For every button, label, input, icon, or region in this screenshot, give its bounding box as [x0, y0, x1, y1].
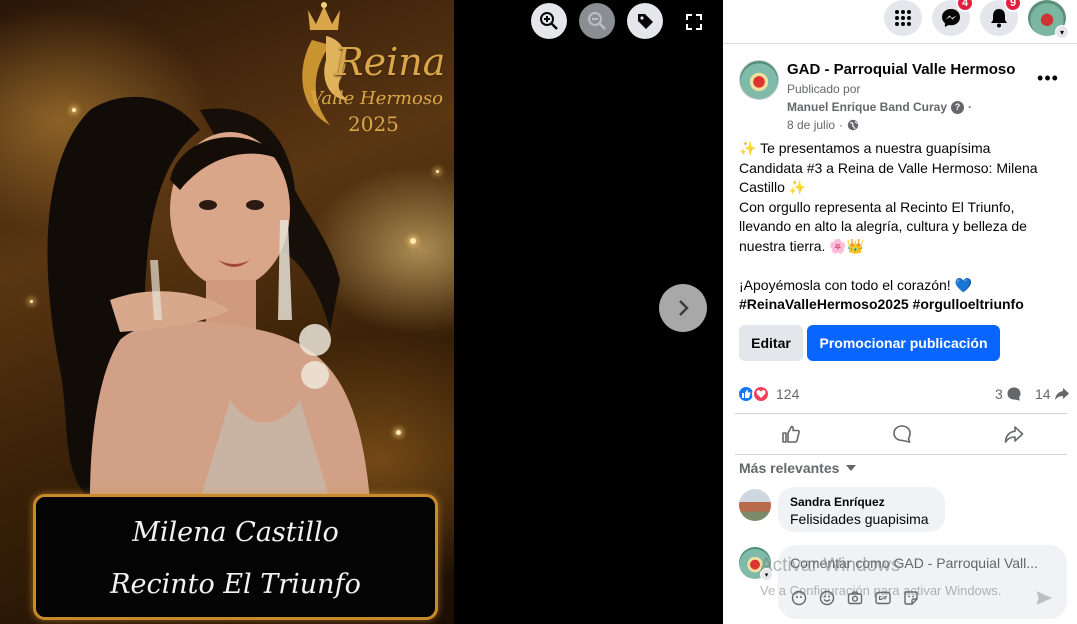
- post-text-line: Con orgullo representa al Recinto El Tri…: [739, 198, 1015, 215]
- edit-button[interactable]: Editar: [739, 325, 803, 361]
- comment-bubble-icon: [1007, 387, 1021, 401]
- candidate-portrait: [47, 96, 370, 500]
- post-panel: 4 9 ▾ GAD - Parroquial Valle Hermoso Pub…: [723, 0, 1077, 624]
- gif-icon: [875, 591, 891, 605]
- page-avatar[interactable]: [739, 60, 779, 100]
- post-text-line: [739, 256, 1064, 276]
- post-text-line: Candidata #3 a Reina de Valle Hermoso: M…: [739, 159, 1038, 176]
- more-icon: •••: [1037, 67, 1059, 88]
- separator-dot: ·: [839, 118, 844, 132]
- post-text-line: nuestra tierra. 🌸👑: [739, 237, 865, 254]
- zoom-out-icon: [588, 12, 606, 30]
- reaction-count: 124: [776, 386, 800, 402]
- sparkle: [396, 430, 401, 435]
- notifications-button[interactable]: 9: [980, 0, 1022, 36]
- comment-sort-dropdown[interactable]: Más relevantes: [739, 460, 857, 476]
- comment-sort-label: Más relevantes: [739, 460, 840, 476]
- post-text-line: llevando en alto la alegría, cultura y b…: [739, 218, 1027, 234]
- zoom-out-button[interactable]: [579, 3, 615, 39]
- post-text-line: ¡Apoyémosla con todo el corazón! 💙: [739, 276, 972, 293]
- comment-tools: [790, 589, 920, 607]
- caret-down-icon: [846, 465, 857, 471]
- post-photo[interactable]: Reina Valle Hermoso 2025 Milena Castillo…: [0, 0, 454, 624]
- post-text-line: Castillo ✨: [739, 179, 807, 195]
- post-date-link[interactable]: 8 de julio: [787, 118, 835, 132]
- divider: [735, 413, 1067, 414]
- share-arrow-icon: [1054, 388, 1069, 400]
- sticker-icon: [904, 591, 918, 605]
- question-icon[interactable]: ?: [951, 100, 965, 114]
- nameplate: Milena Castillo Recinto El Triunfo: [33, 494, 438, 620]
- page-name-link[interactable]: GAD - Parroquial Valle Hermoso: [787, 61, 1015, 78]
- emoji-button[interactable]: [818, 589, 836, 607]
- photo-viewer: Reina Valle Hermoso 2025 Milena Castillo…: [0, 0, 723, 624]
- comment-count: 3: [995, 386, 1003, 402]
- share-count: 14: [1035, 386, 1051, 402]
- emoji-icon: [819, 590, 835, 606]
- chevron-down-icon[interactable]: ▾: [760, 568, 773, 581]
- tag-button[interactable]: [627, 3, 663, 39]
- comment-button[interactable]: [852, 417, 952, 451]
- like-button[interactable]: [741, 417, 841, 451]
- messenger-button[interactable]: 4: [932, 0, 974, 36]
- sparkle: [436, 170, 439, 173]
- camera-button[interactable]: [846, 589, 864, 607]
- expand-button[interactable]: [682, 10, 706, 34]
- apps-grid-icon: [895, 10, 911, 26]
- next-photo-button[interactable]: [659, 284, 707, 332]
- comment-input[interactable]: [790, 555, 1055, 571]
- promote-post-button[interactable]: Promocionar publicación: [807, 325, 1000, 361]
- reactions-summary[interactable]: 124: [737, 384, 799, 404]
- chevron-right-icon: [679, 300, 689, 316]
- messenger-badge: 4: [956, 0, 974, 12]
- zoom-in-button[interactable]: [531, 3, 567, 39]
- post-text-line: ✨ Te presentamos a nuestra guapísima: [739, 140, 991, 156]
- comment-item: Sandra Enríquez Felisidades guapisima: [778, 487, 945, 532]
- thumbs-up-icon: [782, 425, 800, 443]
- comment-author[interactable]: Sandra Enríquez: [790, 495, 933, 509]
- commenter-avatar[interactable]: [739, 489, 771, 521]
- globe-icon: [847, 119, 859, 131]
- tag-icon: [638, 14, 653, 29]
- author-row: Manuel Enrique Band Curay ? ·: [787, 100, 972, 114]
- gif-button[interactable]: [874, 589, 892, 607]
- notifications-badge: 9: [1004, 0, 1022, 12]
- expand-icon: [686, 14, 702, 30]
- bell-icon: [991, 9, 1007, 28]
- author-name-link[interactable]: Manuel Enrique Band Curay: [787, 100, 947, 114]
- divider: [735, 454, 1067, 455]
- avatar-sticker-icon: [791, 590, 807, 606]
- candidate-name: Milena Castillo: [132, 517, 339, 548]
- send-icon[interactable]: [1035, 589, 1053, 607]
- share-button[interactable]: [964, 417, 1064, 451]
- post-text: ✨ Te presentamos a nuestra guapísima Can…: [739, 139, 1064, 315]
- love-reaction-icon: [752, 385, 770, 403]
- comment-count-link[interactable]: 3: [995, 386, 1022, 402]
- comment-text: Felisidades guapisima: [790, 511, 929, 527]
- candidate-precinct: Recinto El Triunfo: [110, 569, 361, 600]
- share-count-link[interactable]: 14: [1035, 386, 1070, 402]
- more-options-button[interactable]: •••: [1033, 66, 1063, 90]
- share-icon: [1004, 426, 1024, 443]
- avatar-sticker-button[interactable]: [790, 589, 808, 607]
- top-bar: 4 9 ▾: [723, 0, 1077, 44]
- post-date-row: 8 de julio ·: [787, 118, 859, 132]
- comment-composer: [778, 545, 1067, 619]
- menu-button[interactable]: [884, 0, 922, 36]
- sparkle: [410, 238, 416, 244]
- chevron-down-icon: ▾: [1055, 25, 1069, 39]
- messenger-icon: [942, 9, 960, 27]
- sticker-button[interactable]: [902, 589, 920, 607]
- zoom-in-icon: [540, 12, 558, 30]
- comment-icon: [893, 425, 911, 444]
- account-avatar-button[interactable]: ▾: [1028, 0, 1069, 39]
- camera-icon: [847, 591, 863, 605]
- post-hashtags[interactable]: #ReinaValleHermoso2025 #orgulloeltriunfo: [739, 295, 1064, 315]
- posted-by-label: Publicado por: [787, 82, 861, 96]
- separator-dot: ·: [968, 100, 973, 114]
